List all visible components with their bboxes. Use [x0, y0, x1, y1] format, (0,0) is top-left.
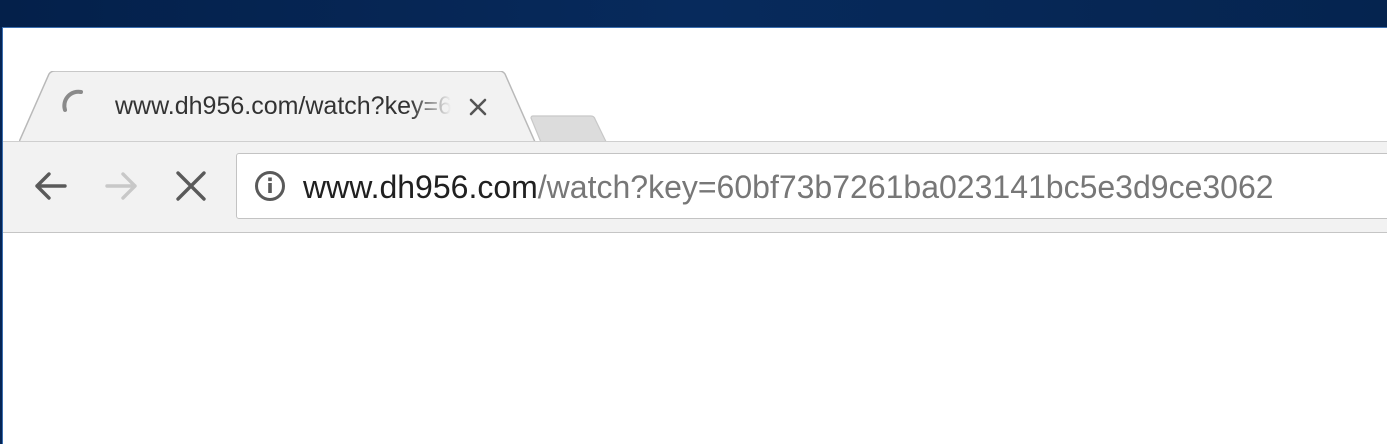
browser-toolbar: www.dh956.com/watch?key=60bf73b7261ba023… [3, 141, 1387, 233]
tab-strip: www.dh956.com/watch?key=60bf73b7261ba023… [3, 28, 1387, 156]
site-info-icon[interactable] [254, 170, 286, 202]
url-path: /watch?key=60bf73b7261ba023141bc5e3d9ce3… [537, 169, 1274, 205]
stop-loading-icon[interactable] [171, 166, 211, 206]
desktop-background [0, 0, 1387, 27]
address-bar[interactable]: www.dh956.com/watch?key=60bf73b7261ba023… [236, 153, 1387, 219]
url-host: www.dh956.com [303, 169, 538, 205]
tab-close-icon[interactable] [465, 94, 491, 120]
tab-title: www.dh956.com/watch?key=60bf73b7261ba023… [115, 92, 451, 120]
address-url[interactable]: www.dh956.com/watch?key=60bf73b7261ba023… [303, 168, 1274, 206]
browser-tab-active[interactable]: www.dh956.com/watch?key=60bf73b7261ba023… [19, 71, 539, 143]
page-content [3, 233, 1387, 444]
browser-window: www.dh956.com/watch?key=60bf73b7261ba023… [2, 27, 1387, 444]
forward-arrow-icon[interactable] [101, 166, 141, 206]
back-arrow-icon[interactable] [31, 166, 71, 206]
loading-spinner-icon [62, 89, 83, 112]
